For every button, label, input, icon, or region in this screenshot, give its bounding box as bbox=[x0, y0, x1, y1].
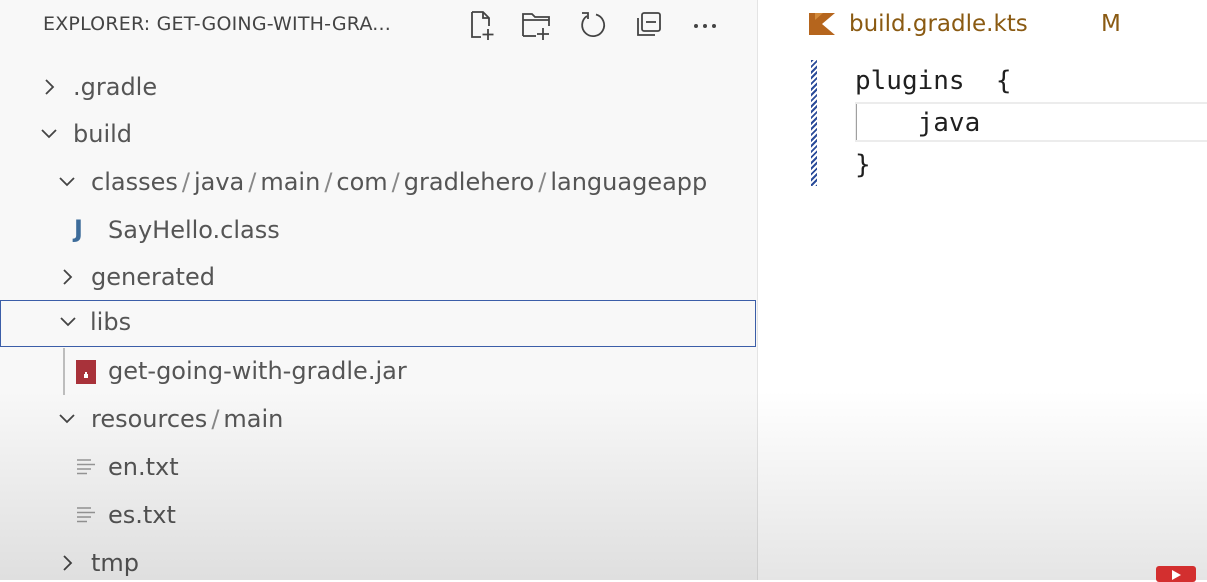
chevron-down-icon bbox=[59, 313, 77, 331]
tree-item-resources-folder[interactable]: resources / main bbox=[0, 396, 756, 443]
path-separator: / bbox=[324, 168, 333, 196]
tree-item-compact-path: classes / java / main / com / gradlehero / languag… bbox=[91, 168, 707, 196]
tree-item-build-folder[interactable]: build bbox=[0, 111, 756, 158]
tree-item-jar-file[interactable]: get-going-with-gradle.jar bbox=[0, 348, 756, 395]
jar-archive-icon bbox=[76, 360, 96, 384]
refresh-button[interactable] bbox=[574, 6, 612, 44]
path-segment: gradlehero bbox=[403, 168, 535, 196]
tree-item-label: tmp bbox=[91, 549, 140, 577]
chevron-down-icon bbox=[58, 410, 76, 428]
tree-item-compact-path: resources / main bbox=[91, 405, 283, 433]
tree-item-label: .gradle bbox=[73, 73, 158, 101]
explorer-title: EXPLORER: GET-GOING-WITH-GRA... bbox=[43, 13, 392, 35]
tree-item-en-txt[interactable]: en.txt bbox=[0, 444, 756, 491]
path-segment: classes bbox=[91, 168, 178, 196]
chevron-right-icon bbox=[58, 268, 76, 286]
path-segment: java bbox=[193, 168, 245, 196]
more-actions-icon bbox=[694, 24, 716, 28]
tree-item-gradle-folder[interactable]: .gradle bbox=[0, 64, 756, 111]
path-segment: main bbox=[260, 168, 321, 196]
new-folder-icon bbox=[522, 13, 550, 40]
path-separator: / bbox=[181, 168, 190, 196]
new-folder-button[interactable] bbox=[517, 6, 555, 44]
refresh-icon bbox=[581, 12, 606, 37]
tree-item-tmp-folder[interactable]: tmp bbox=[0, 540, 756, 580]
tree-item-label: build bbox=[73, 120, 133, 148]
path-separator: / bbox=[211, 405, 220, 433]
tree-item-label: get-going-with-gradle.jar bbox=[108, 357, 407, 385]
tree-item-es-txt[interactable]: es.txt bbox=[0, 492, 756, 539]
tree-item-label: libs bbox=[90, 308, 132, 336]
gutter-modified-marker bbox=[811, 60, 817, 186]
path-separator: / bbox=[248, 168, 257, 196]
tree-item-label: en.txt bbox=[108, 453, 179, 481]
tree-item-libs-folder[interactable]: libs bbox=[0, 300, 756, 347]
explorer-panel: EXPLORER: GET-GOING-WITH-GRA... .gradle … bbox=[0, 0, 758, 580]
vscode-window: EXPLORER: GET-GOING-WITH-GRA... .gradle … bbox=[0, 0, 1207, 582]
editor-pane: build.gradle.kts M plugins { java } bbox=[759, 0, 1207, 580]
text-file-icon bbox=[77, 459, 95, 475]
tree-item-label: generated bbox=[91, 263, 215, 291]
chevron-down-icon bbox=[58, 173, 76, 191]
more-actions-button[interactable] bbox=[686, 6, 724, 44]
tree-item-label: SayHello.class bbox=[108, 216, 280, 244]
code-line-2: java bbox=[855, 108, 981, 138]
path-segment: main bbox=[223, 405, 284, 433]
tree-item-sayhello-class[interactable]: J SayHello.class bbox=[0, 207, 756, 254]
explorer-header: EXPLORER: GET-GOING-WITH-GRA... bbox=[0, 0, 757, 52]
chevron-down-icon bbox=[40, 125, 58, 143]
chevron-right-icon bbox=[40, 78, 58, 96]
tab-file-name: build.gradle.kts bbox=[849, 11, 1028, 37]
code-line-3: } bbox=[855, 150, 871, 180]
tree-item-label: es.txt bbox=[108, 501, 176, 529]
chevron-right-icon bbox=[58, 554, 76, 572]
tree-item-generated-folder[interactable]: generated bbox=[0, 254, 756, 301]
path-separator: / bbox=[538, 168, 547, 196]
kotlin-icon bbox=[809, 13, 835, 35]
path-segment: com bbox=[336, 168, 388, 196]
java-class-icon: J bbox=[74, 215, 83, 243]
modified-badge: M bbox=[1101, 11, 1121, 37]
text-file-icon bbox=[77, 507, 95, 523]
new-file-button[interactable] bbox=[462, 6, 500, 44]
collapse-all-button[interactable] bbox=[630, 6, 668, 44]
tree-item-classes-folder[interactable]: classes / java / main / com / gradlehero / languag… bbox=[0, 159, 756, 206]
path-segment: languageapp bbox=[550, 168, 708, 196]
new-file-icon bbox=[471, 11, 494, 40]
code-line-1: plugins { bbox=[855, 66, 1012, 96]
collapse-all-icon bbox=[637, 12, 661, 36]
path-separator: / bbox=[391, 168, 400, 196]
path-segment: resources bbox=[91, 405, 208, 433]
